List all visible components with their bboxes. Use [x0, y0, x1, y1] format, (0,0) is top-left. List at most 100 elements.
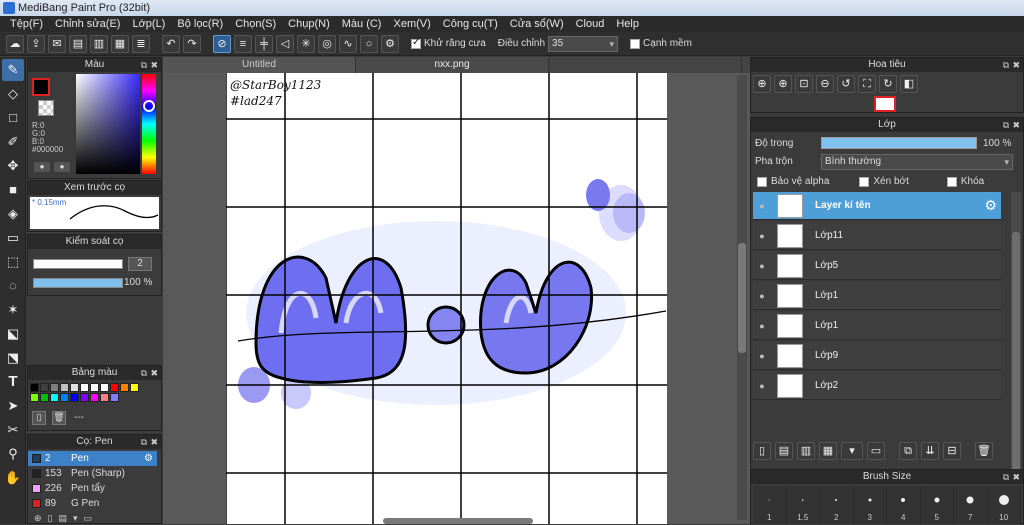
brush-opacity-slider[interactable]	[33, 278, 123, 288]
layer-row[interactable]: ● Lớp1	[753, 312, 1001, 340]
palette-swatch[interactable]	[50, 383, 59, 392]
new-1bit-layer-icon[interactable]: ▦	[819, 442, 837, 460]
brush-size-cell[interactable]: 5	[921, 486, 954, 524]
dot-tool-icon[interactable]: ✐	[2, 131, 24, 153]
gear-icon[interactable]: ⚙	[144, 451, 153, 466]
navigator-preview[interactable]	[874, 96, 896, 112]
brush-copy-icon[interactable]: ▯	[48, 513, 53, 525]
blend-mode-dropdown[interactable]: Bình thường	[821, 154, 1013, 170]
layer-scrollbar[interactable]	[1011, 192, 1021, 492]
canvas-vertical-scrollbar[interactable]	[737, 75, 747, 520]
close-icon[interactable]: ✖	[1012, 470, 1020, 484]
clip-checkbox[interactable]	[859, 176, 870, 187]
flip-icon[interactable]: ◧	[900, 75, 918, 93]
snap-off-icon[interactable]: ⊘	[213, 34, 231, 53]
rect-fill-tool-icon[interactable]: ■	[2, 179, 24, 201]
color-dropper-button[interactable]: ●	[54, 162, 70, 172]
trash-icon[interactable]: 🗑	[52, 411, 66, 425]
fit-screen-icon[interactable]: ⛶	[858, 75, 876, 93]
canvas-horizontal-scrollbar[interactable]	[383, 518, 533, 524]
close-icon[interactable]: ✖	[1012, 118, 1020, 132]
menu-filter[interactable]: Bộ lọc(R)	[171, 16, 229, 32]
rotate-left-icon[interactable]: ↺	[837, 75, 855, 93]
list-icon[interactable]: ≣	[132, 34, 150, 53]
brush-size-cell[interactable]: 4	[887, 486, 921, 524]
operation-tool-icon[interactable]: ➤	[2, 395, 24, 417]
brush-tool-icon[interactable]: ✎	[2, 59, 24, 81]
layer-row[interactable]: ● Layer kí tên ⚙	[753, 192, 1001, 220]
zoom-in-icon[interactable]: ⊕	[774, 75, 792, 93]
menu-view[interactable]: Xem(V)	[387, 16, 436, 32]
brush-size-cell[interactable]: 2	[820, 486, 854, 524]
eraser-tool-icon[interactable]: ◇	[2, 83, 24, 105]
merge-down-icon[interactable]: ⇊	[921, 442, 939, 460]
palette-swatch[interactable]	[50, 393, 59, 402]
hue-handle[interactable]	[143, 100, 155, 112]
visibility-eye-icon[interactable]: ●	[753, 231, 771, 241]
visibility-eye-icon[interactable]: ●	[753, 261, 771, 271]
ring-snap-icon[interactable]: ○	[360, 34, 378, 53]
hue-slider[interactable]	[142, 74, 156, 174]
secondary-color-swatch[interactable]	[38, 100, 54, 116]
visibility-eye-icon[interactable]: ●	[753, 201, 771, 211]
zoom-actual-icon[interactable]: ⊡	[795, 75, 813, 93]
brush-size-slider[interactable]	[33, 259, 123, 269]
brush-add-icon[interactable]: ⊕	[34, 513, 42, 525]
document-icon[interactable]: ▤	[69, 34, 87, 53]
palette-swatch[interactable]	[120, 383, 129, 392]
text-tool-icon[interactable]: T	[2, 371, 24, 393]
adjust-dropdown[interactable]: 35	[548, 35, 619, 52]
soft-edge-checkbox[interactable]	[630, 38, 641, 49]
layer-row[interactable]: ● Lớp2	[753, 372, 1001, 400]
float-icon[interactable]: ⧉	[141, 435, 147, 449]
brush-size-cell[interactable]: 1.5	[787, 486, 820, 524]
brush-size-cell[interactable]: 1	[753, 486, 787, 524]
duplicate-layer-icon[interactable]: ⧉	[899, 442, 917, 460]
menu-snap[interactable]: Chụp(N)	[282, 16, 336, 32]
menu-tools[interactable]: Công cụ(T)	[437, 16, 504, 32]
gradient-tool-icon[interactable]: ▭	[2, 227, 24, 249]
palette-swatch[interactable]	[90, 393, 99, 402]
float-icon[interactable]: ⧉	[141, 58, 147, 72]
color-mode-button[interactable]: ●	[34, 162, 50, 172]
layer-row[interactable]: ● Lớp1	[753, 282, 1001, 310]
divide-tool-icon[interactable]: ✂	[2, 419, 24, 441]
menu-file[interactable]: Tệp(F)	[4, 16, 49, 32]
delete-layer-icon[interactable]: 🗑	[975, 442, 993, 460]
undo-icon[interactable]: ↶	[162, 34, 180, 53]
palette-swatch[interactable]	[30, 383, 39, 392]
brush-size-cell[interactable]: 7	[954, 486, 988, 524]
select-tool-icon[interactable]: ⬚	[2, 251, 24, 273]
vanish-snap-icon[interactable]: ◁	[276, 34, 294, 53]
palette-swatch[interactable]	[100, 393, 109, 402]
zoom-fit-icon[interactable]: ⊕	[753, 75, 771, 93]
select-pen-icon[interactable]: ⬕	[2, 323, 24, 345]
menu-color[interactable]: Màu (C)	[336, 16, 388, 32]
brush-size-cell[interactable]: 3	[854, 486, 887, 524]
circle-snap-icon[interactable]: ◎	[318, 34, 336, 53]
drawing-canvas[interactable]: @StarBoy1123 #lad247	[226, 73, 667, 524]
new-palette-icon[interactable]: ▯	[32, 411, 46, 425]
zoom-out-icon[interactable]: ⊖	[816, 75, 834, 93]
shape-tool-icon[interactable]: □	[2, 107, 24, 129]
new-halftone-layer-icon[interactable]: ▤	[775, 442, 793, 460]
brush-settings-icon[interactable]: ▾	[73, 513, 78, 525]
rotate-right-icon[interactable]: ↻	[879, 75, 897, 93]
palette-swatch[interactable]	[100, 383, 109, 392]
menu-select[interactable]: Chọn(S)	[229, 16, 282, 32]
layer-folder-icon[interactable]: ▭	[867, 442, 885, 460]
float-icon[interactable]: ⧉	[141, 366, 147, 380]
new-layer-icon[interactable]: ▯	[753, 442, 771, 460]
visibility-eye-icon[interactable]: ●	[753, 291, 771, 301]
hand-tool-icon[interactable]: ✋	[2, 467, 24, 489]
menu-window[interactable]: Cửa sổ(W)	[504, 16, 570, 32]
tab-nxx[interactable]: nxx.png	[356, 57, 549, 73]
float-icon[interactable]: ⧉	[1003, 118, 1009, 132]
cloud-icon[interactable]: ☁	[6, 34, 24, 53]
brush-size-value[interactable]: 2	[128, 257, 152, 271]
layer-row[interactable]: ● Lớp11	[753, 222, 1001, 250]
palette-swatch[interactable]	[70, 383, 79, 392]
layer-property-icon[interactable]: ⊟	[943, 442, 961, 460]
palette-swatch[interactable]	[80, 383, 89, 392]
gear-icon[interactable]: ⚙	[984, 197, 997, 214]
